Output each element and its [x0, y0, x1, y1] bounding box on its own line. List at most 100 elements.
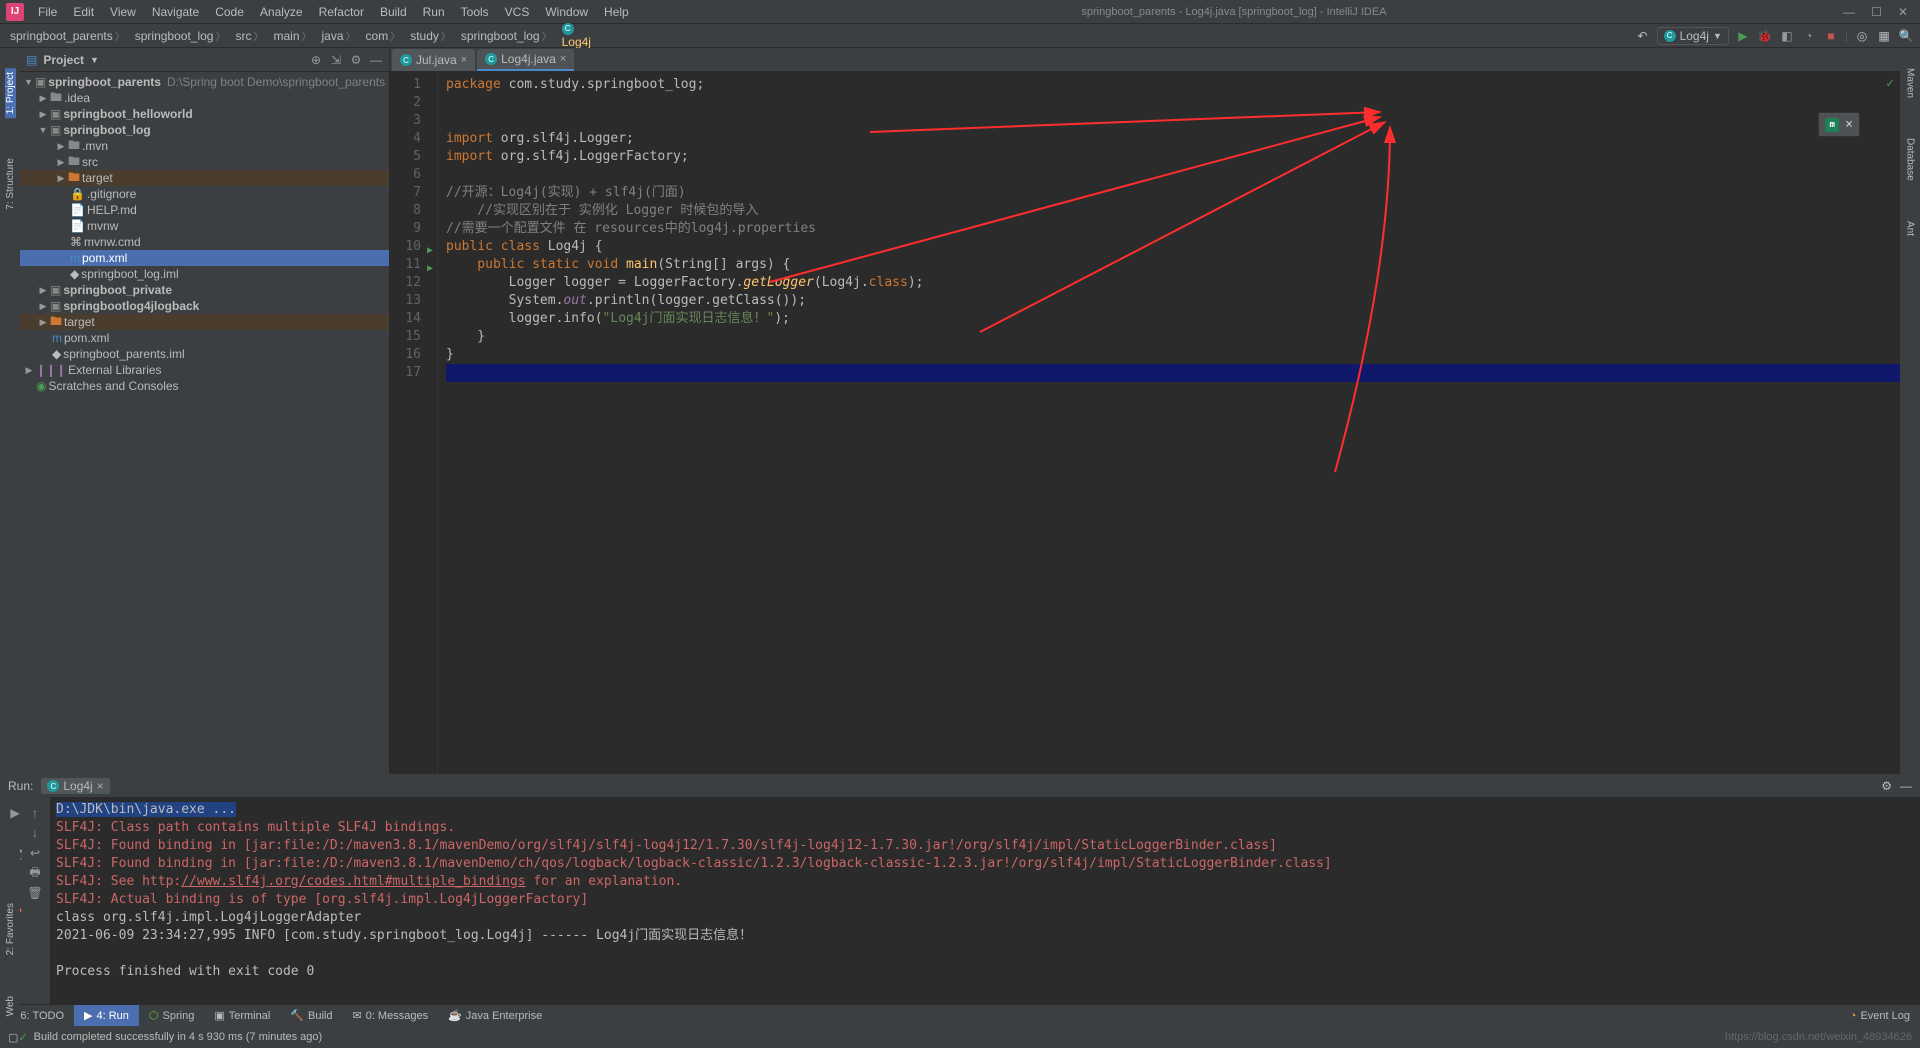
- down-icon[interactable]: ↓: [27, 825, 43, 841]
- tool-maven[interactable]: Maven: [1905, 68, 1916, 98]
- chevron-down-icon[interactable]: ▼: [90, 55, 99, 65]
- tree-extlib[interactable]: ▶❙❙❙External Libraries: [20, 362, 389, 378]
- run-tab[interactable]: C Log4j ×: [41, 778, 109, 794]
- tool-web[interactable]: Web: [5, 996, 16, 1016]
- delete-icon[interactable]: 🗑: [27, 885, 43, 901]
- menu-analyze[interactable]: Analyze: [252, 5, 311, 19]
- tree-logback[interactable]: ▶▣springbootlog4jlogback: [20, 298, 389, 314]
- run-button[interactable]: ▶: [1735, 28, 1751, 44]
- run-config-select[interactable]: C Log4j ▼: [1657, 27, 1729, 45]
- code-body[interactable]: package com.study.springboot_log; import…: [438, 72, 1900, 774]
- tree-mvnwcmd[interactable]: ⌘mvnw.cmd: [20, 234, 389, 250]
- menu-refactor[interactable]: Refactor: [311, 5, 372, 19]
- project-scope-icon: ▤: [26, 53, 37, 67]
- crumb-7[interactable]: springboot_log: [457, 26, 558, 45]
- debug-button[interactable]: 🐞: [1757, 28, 1773, 44]
- stop-button[interactable]: ■: [1823, 28, 1839, 44]
- watermark: https://blog.csdn.net/weixin_48934626: [1725, 1031, 1912, 1043]
- wrap-icon[interactable]: ↩: [27, 845, 43, 861]
- console-output[interactable]: D:\JDK\bin\java.exe ... SLF4J: Class pat…: [50, 797, 1920, 1004]
- tree-scratch[interactable]: ◉Scratches and Consoles: [20, 378, 389, 394]
- up-icon[interactable]: ↑: [27, 805, 43, 821]
- crumb-4[interactable]: java: [318, 26, 362, 45]
- tree-hello[interactable]: ▶▣springboot_helloworld: [20, 106, 389, 122]
- tool-database[interactable]: Database: [1905, 138, 1916, 181]
- editor-gutter[interactable]: 1234 5678 9 10▶ 11▶ 121314 151617: [390, 72, 438, 774]
- minimize-icon[interactable]: —: [1843, 5, 1855, 19]
- menu-code[interactable]: Code: [207, 5, 252, 19]
- tab-log4j[interactable]: C Log4j.java ×: [477, 49, 574, 71]
- tree-target[interactable]: ▶🖿target: [20, 170, 389, 186]
- crumb-3[interactable]: main: [269, 26, 317, 45]
- collapse-icon[interactable]: ⇲: [329, 53, 343, 67]
- menu-file[interactable]: File: [30, 5, 65, 19]
- close-icon[interactable]: ×: [1845, 117, 1853, 132]
- update-button[interactable]: ◎: [1854, 28, 1870, 44]
- btab-run[interactable]: ▶4: Run: [74, 1005, 139, 1026]
- tool-ant[interactable]: Ant: [1905, 221, 1916, 236]
- print-icon[interactable]: 🖶: [27, 865, 43, 881]
- menu-edit[interactable]: Edit: [65, 5, 102, 19]
- slf4j-link[interactable]: //www.slf4j.org/codes.html#multiple_bind…: [181, 874, 525, 889]
- maximize-icon[interactable]: ☐: [1871, 5, 1882, 19]
- close-icon[interactable]: ×: [461, 54, 467, 66]
- gear-icon[interactable]: ⚙: [349, 53, 363, 67]
- tree-gitignore[interactable]: 🔒.gitignore: [20, 186, 389, 202]
- crumb-8[interactable]: CLog4j: [558, 21, 599, 51]
- menu-navigate[interactable]: Navigate: [144, 5, 207, 19]
- hide-icon[interactable]: —: [369, 53, 383, 67]
- menu-window[interactable]: Window: [537, 5, 596, 19]
- tool-favorites[interactable]: 2: Favorites: [5, 903, 16, 955]
- tree-help[interactable]: 📄HELP.md: [20, 202, 389, 218]
- project-panel-title[interactable]: Project: [43, 53, 84, 67]
- tab-jul[interactable]: C Jul.java ×: [392, 49, 475, 71]
- gear-icon[interactable]: ⚙: [1881, 779, 1892, 793]
- maven-reload-popup[interactable]: m ×: [1818, 112, 1860, 137]
- crumb-6[interactable]: study: [406, 26, 457, 45]
- tool-project[interactable]: 1: Project: [5, 68, 16, 118]
- menu-build[interactable]: Build: [372, 5, 415, 19]
- close-icon[interactable]: ✕: [1898, 5, 1908, 19]
- tree-pom[interactable]: mpom.xml: [20, 250, 389, 266]
- menu-tools[interactable]: Tools: [453, 5, 497, 19]
- btab-build[interactable]: 🔨Build: [280, 1005, 342, 1026]
- close-icon[interactable]: ×: [560, 53, 566, 65]
- hide-icon[interactable]: —: [1900, 779, 1912, 793]
- run-panel: Run: C Log4j × ⚙ — ▶ ↑ ■ ↓ 📷 ↩ ⎋ 🖶 ▤: [0, 774, 1920, 1004]
- btab-eventlog[interactable]: ◔Event Log: [1840, 1010, 1920, 1022]
- profile-button[interactable]: ◔: [1801, 28, 1817, 44]
- search-icon[interactable]: 🔍: [1898, 28, 1914, 44]
- back-icon[interactable]: ↶: [1635, 28, 1651, 44]
- crumb-2[interactable]: src: [231, 26, 269, 45]
- code-editor[interactable]: 1234 5678 9 10▶ 11▶ 121314 151617 packag…: [390, 72, 1900, 774]
- tree-mvnw[interactable]: 📄mvnw: [20, 218, 389, 234]
- btab-spring[interactable]: ⬡Spring: [139, 1005, 204, 1026]
- tree-root[interactable]: ▼▣springboot_parentsD:\Spring boot Demo\…: [20, 74, 389, 90]
- menu-help[interactable]: Help: [596, 5, 637, 19]
- class-icon: C: [400, 54, 412, 66]
- locate-icon[interactable]: ⊕: [309, 53, 323, 67]
- btab-javaee[interactable]: ☕Java Enterprise: [438, 1005, 552, 1026]
- rerun-button[interactable]: ▶: [7, 805, 23, 821]
- tree-target2[interactable]: ▶🖿target: [20, 314, 389, 330]
- menu-view[interactable]: View: [102, 5, 144, 19]
- crumb-0[interactable]: springboot_parents: [6, 26, 131, 45]
- menu-run[interactable]: Run: [415, 5, 453, 19]
- btab-terminal[interactable]: ▣Terminal: [204, 1005, 280, 1026]
- project-tree[interactable]: ▼▣springboot_parentsD:\Spring boot Demo\…: [20, 72, 389, 774]
- layout-button[interactable]: ▦: [1876, 28, 1892, 44]
- coverage-button[interactable]: ◧: [1779, 28, 1795, 44]
- tree-idea[interactable]: ▶🖿.idea: [20, 90, 389, 106]
- crumb-5[interactable]: com: [362, 26, 407, 45]
- tree-private[interactable]: ▶▣springboot_private: [20, 282, 389, 298]
- tree-pom2[interactable]: mpom.xml: [20, 330, 389, 346]
- menu-vcs[interactable]: VCS: [497, 5, 538, 19]
- project-panel: ▤ Project ▼ ⊕ ⇲ ⚙ — ▼▣springboot_parents…: [20, 48, 390, 774]
- tree-iml[interactable]: ◆springboot_log.iml: [20, 266, 389, 282]
- tool-structure[interactable]: 7: Structure: [5, 158, 16, 210]
- tool-windows-icon[interactable]: ▢: [8, 1031, 18, 1044]
- btab-messages[interactable]: ✉0: Messages: [342, 1005, 438, 1026]
- tree-iml2[interactable]: ◆springboot_parents.iml: [20, 346, 389, 362]
- close-icon[interactable]: ×: [97, 779, 104, 793]
- crumb-1[interactable]: springboot_log: [131, 26, 232, 45]
